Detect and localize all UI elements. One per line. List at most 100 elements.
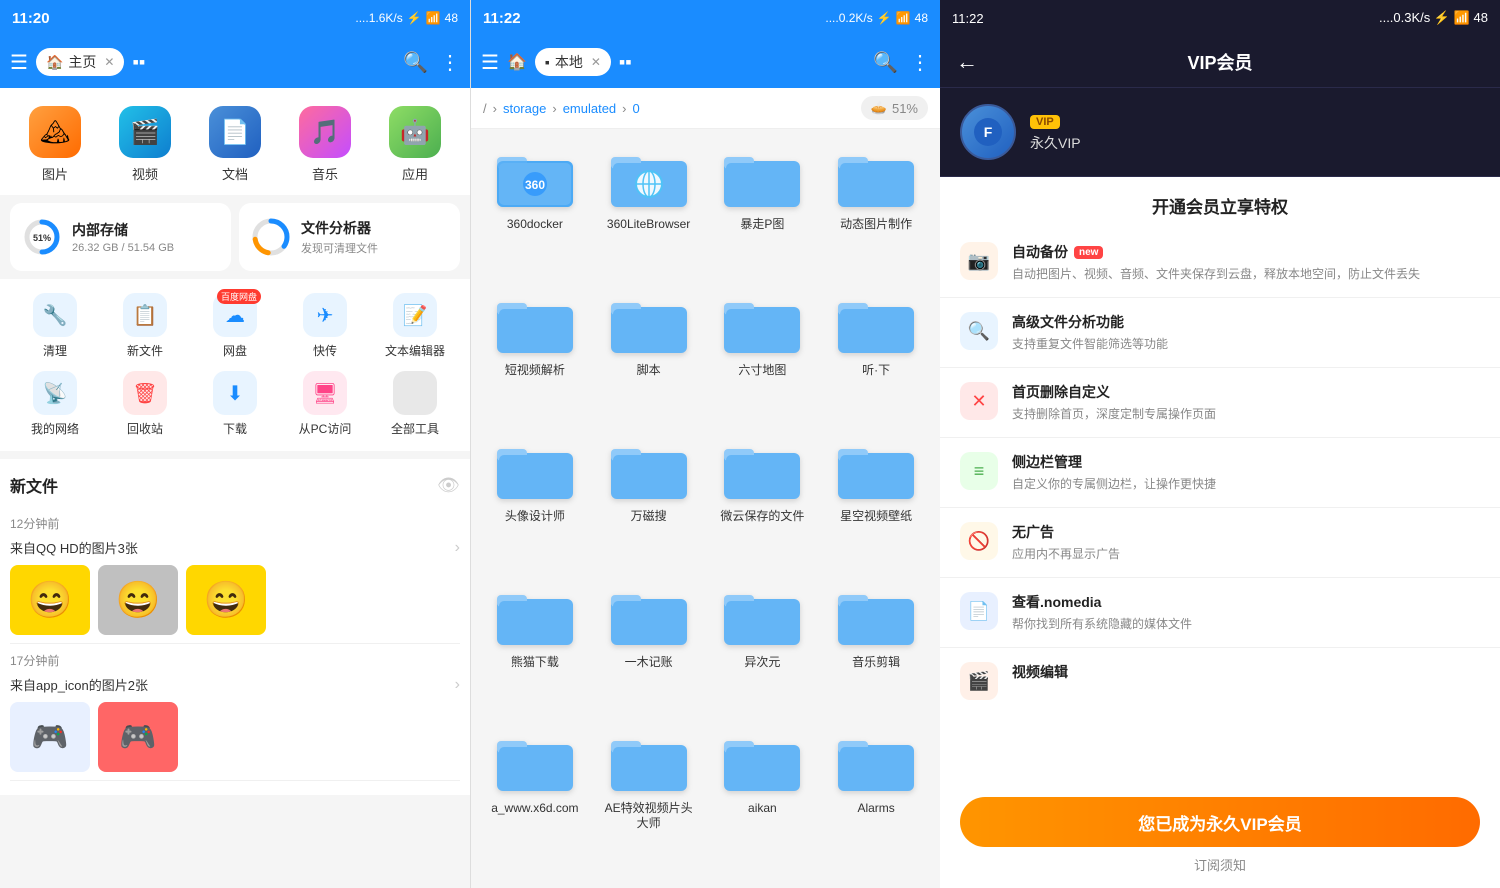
cat-icon-img: 🏔	[29, 106, 81, 158]
tool-download[interactable]: ⬇ 下载	[190, 371, 280, 437]
folder-icon-yinyue	[836, 585, 916, 649]
folder-name-baozou: 暴走P图	[740, 217, 784, 233]
menu-icon-2[interactable]: ☰	[481, 50, 499, 75]
vip-features-container: 开通会员立享特权 📷 自动备份 new 自动把图片、视频、音频、文件夹保存到云盘…	[940, 177, 1500, 783]
folder-xingkong[interactable]: 星空视频壁纸	[822, 431, 930, 571]
folder-xiongmao[interactable]: 熊猫下载	[481, 577, 589, 717]
folder-icon-xingkong	[836, 439, 916, 503]
storage-analyzer[interactable]: 文件分析器 发现可清理文件	[239, 203, 460, 271]
file-entry-0[interactable]: 12分钟前 来自QQ HD的图片3张 › 😄 😄 😄	[10, 507, 460, 644]
folder-tingxia[interactable]: 听·下	[822, 285, 930, 425]
tool-icon-alltools	[393, 371, 437, 415]
nav-home-icon-2[interactable]: 🏠	[507, 52, 527, 72]
vip-feature-backup[interactable]: 📷 自动备份 new 自动把图片、视频、音频、文件夹保存到云盘，释放本地空间，防…	[940, 228, 1500, 298]
folder-awww[interactable]: a_www.x6d.com	[481, 723, 589, 878]
folder-name-aikan: aikan	[748, 801, 777, 817]
folder-touxiang[interactable]: 头像设计师	[481, 431, 589, 571]
storage-percent-btn[interactable]: 🥧 51%	[861, 96, 928, 120]
tool-network[interactable]: 📡 我的网络	[10, 371, 100, 437]
feature-icon-videoedit: 🎬	[960, 662, 998, 700]
folder-name-360litebrowser: 360LiteBrowser	[607, 217, 690, 233]
feature-title-sidebar: 侧边栏管理	[1012, 452, 1216, 472]
cloud-badge: 百度网盘	[217, 289, 261, 304]
vip-avatar: F	[960, 104, 1016, 160]
folder-icon-alarms	[836, 731, 916, 795]
feature-text-nomedia: 查看.nomedia 帮你找到所有系统隐藏的媒体文件	[1012, 592, 1192, 633]
vip-sub-link[interactable]: 订阅须知	[960, 847, 1480, 878]
breadcrumb-emulated[interactable]: emulated	[563, 101, 616, 116]
vip-profile: F VIP 永久VIP	[940, 88, 1500, 177]
tool-icon-editor: 📝	[393, 293, 437, 337]
storage-internal[interactable]: 51% 内部存储 26.32 GB / 51.54 GB	[10, 203, 231, 271]
tool-trash[interactable]: 🗑 回收站	[100, 371, 190, 437]
folder-aikan[interactable]: aikan	[709, 723, 817, 878]
search-icon-2[interactable]: 🔍	[873, 50, 898, 75]
feature-desc-sidebar: 自定义你的专属侧边栏，让操作更快捷	[1012, 475, 1216, 493]
folder-name-yimu: 一木记账	[625, 655, 673, 671]
folder-name-awww: a_www.x6d.com	[491, 801, 578, 817]
feature-title-noad: 无广告	[1012, 522, 1120, 542]
breadcrumb-0[interactable]: 0	[633, 101, 640, 116]
folder-360docker[interactable]: 360 360docker	[481, 139, 589, 279]
breadcrumb-slash[interactable]: /	[483, 101, 487, 116]
folder-duanshipin[interactable]: 短视频解析	[481, 285, 589, 425]
feature-desc-backup: 自动把图片、视频、音频、文件夹保存到云盘，释放本地空间，防止文件丢失	[1012, 265, 1420, 283]
new-files-header: 新文件 👁	[10, 473, 460, 497]
category-video[interactable]: 🎬 视频	[119, 106, 171, 183]
vip-feature-noad[interactable]: 🚫 无广告 应用内不再显示广告	[940, 508, 1500, 578]
nav-tab-home[interactable]: 🏠 主页 ✕	[36, 48, 125, 76]
nav-tab-close-2[interactable]: ✕	[591, 55, 601, 69]
tool-cloud[interactable]: ☁ 百度网盘 网盘	[190, 293, 280, 359]
menu-icon-1[interactable]: ☰	[10, 50, 28, 75]
vip-permanent-button[interactable]: 您已成为永久VIP会员	[960, 797, 1480, 847]
feature-text-sidebar: 侧边栏管理 自定义你的专属侧边栏，让操作更快捷	[1012, 452, 1216, 493]
tool-label-editor: 文本编辑器	[385, 342, 445, 359]
folder-ae[interactable]: AE特效视频片头大师	[595, 723, 703, 878]
breadcrumb-storage[interactable]: storage	[503, 101, 546, 116]
feature-desc-home: 支持删除首页，深度定制专属操作页面	[1012, 405, 1216, 423]
vip-feature-nomedia[interactable]: 📄 查看.nomedia 帮你找到所有系统隐藏的媒体文件	[940, 578, 1500, 648]
folder-jiaoben[interactable]: 脚本	[595, 285, 703, 425]
feature-icon-noad: 🚫	[960, 522, 998, 560]
file-entry-1[interactable]: 17分钟前 来自app_icon的图片2张 › 🎮 🎮	[10, 644, 460, 781]
vip-back-button[interactable]: ←	[956, 49, 978, 75]
folder-baozou[interactable]: 暴走P图	[709, 139, 817, 279]
folder-360litebrowser[interactable]: 360LiteBrowser	[595, 139, 703, 279]
vip-feature-home[interactable]: ✕ 首页删除自定义 支持删除首页，深度定制专属操作页面	[940, 368, 1500, 438]
category-music[interactable]: 🎵 音乐	[299, 106, 351, 183]
analyzer-icon	[251, 217, 291, 257]
nav-tab-local[interactable]: ▪ 本地 ✕	[535, 48, 611, 76]
category-img[interactable]: 🏔 图片	[29, 106, 81, 183]
folder-yinyue[interactable]: 音乐剪辑	[822, 577, 930, 717]
folder-dongtai[interactable]: 动态图片制作	[822, 139, 930, 279]
vip-feature-analyze[interactable]: 🔍 高级文件分析功能 支持重复文件智能筛选等功能	[940, 298, 1500, 368]
tool-newfile[interactable]: 📋 新文件	[100, 293, 190, 359]
folder-icon-wancisou	[609, 439, 689, 503]
folder-alarms[interactable]: Alarms	[822, 723, 930, 878]
folder-yiciyuan[interactable]: 异次元	[709, 577, 817, 717]
tool-label-download: 下载	[223, 420, 247, 437]
more-icon-2[interactable]: ⋮	[910, 50, 930, 75]
folder-weiyun[interactable]: 微云保存的文件	[709, 431, 817, 571]
category-app[interactable]: 🤖 应用	[389, 106, 441, 183]
vip-feature-sidebar[interactable]: ≡ 侧边栏管理 自定义你的专属侧边栏，让操作更快捷	[940, 438, 1500, 508]
nav-tab-close-1[interactable]: ✕	[104, 55, 114, 69]
arrow-right-0: ›	[455, 539, 460, 557]
tool-transfer[interactable]: ✈ 快传	[280, 293, 370, 359]
search-icon-1[interactable]: 🔍	[403, 50, 428, 75]
tool-pc[interactable]: 🖥 从PC访问	[280, 371, 370, 437]
thumb-0-1: 😄	[98, 565, 178, 635]
tool-clean[interactable]: 🔧 清理	[10, 293, 100, 359]
cat-icon-music: 🎵	[299, 106, 351, 158]
category-doc[interactable]: 📄 文档	[209, 106, 261, 183]
folder-yimu[interactable]: 一木记账	[595, 577, 703, 717]
folder-wancisou[interactable]: 万磁搜	[595, 431, 703, 571]
folder-name-yinyue: 音乐剪辑	[852, 655, 900, 671]
more-icon-1[interactable]: ⋮	[440, 50, 460, 75]
vip-feature-videoedit[interactable]: 🎬 视频编辑	[940, 648, 1500, 706]
tool-alltools[interactable]: 全部工具	[370, 371, 460, 437]
folder-icon-xiongmao	[495, 585, 575, 649]
eye-icon[interactable]: 👁	[437, 475, 460, 496]
tool-editor[interactable]: 📝 文本编辑器	[370, 293, 460, 359]
folder-liucun[interactable]: 六寸地图	[709, 285, 817, 425]
